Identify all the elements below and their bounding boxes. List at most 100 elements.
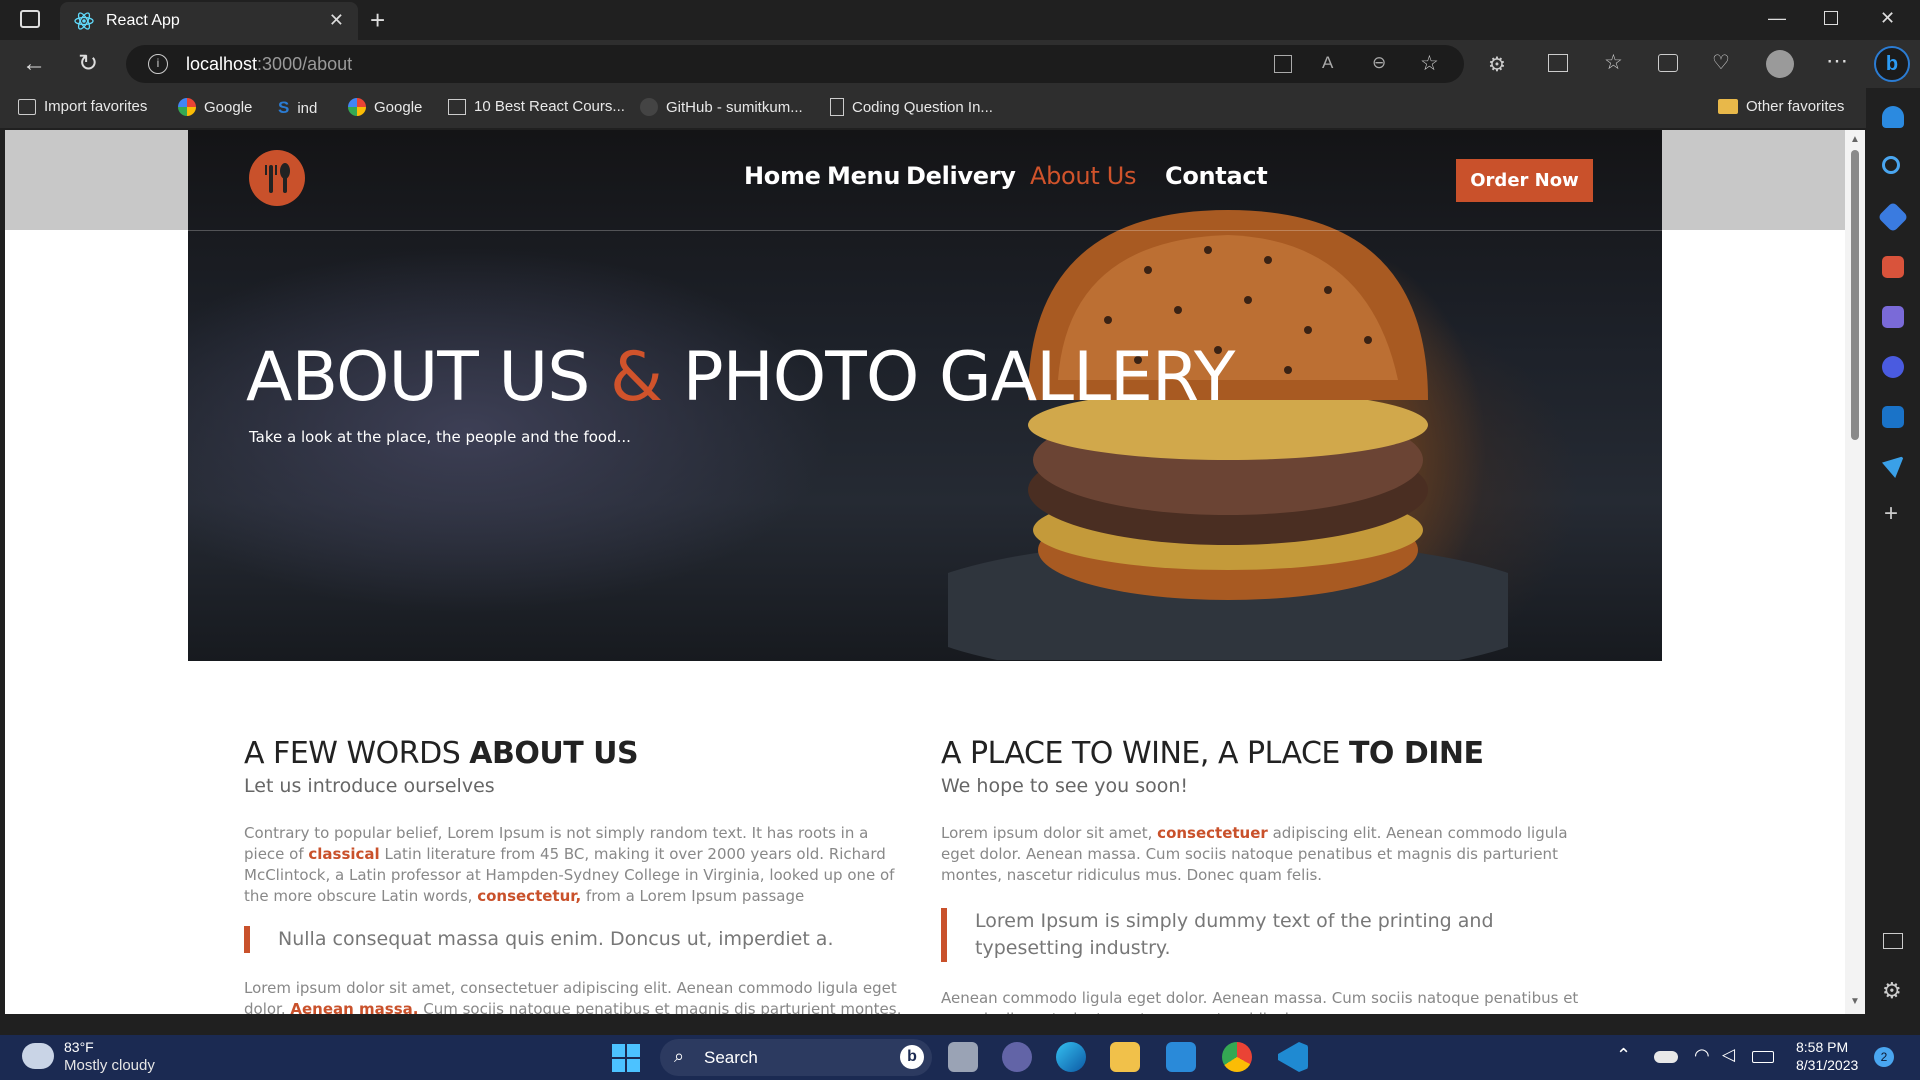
fav-import[interactable]: Import favorites: [18, 98, 147, 115]
tools-icon[interactable]: [1882, 256, 1904, 278]
more-menu-icon[interactable]: ⋯: [1826, 48, 1848, 74]
site-info-icon[interactable]: i: [148, 54, 168, 74]
teams-icon[interactable]: [1002, 1042, 1032, 1072]
react-logo-icon: [74, 11, 94, 31]
google-icon: [178, 98, 196, 116]
fav-google-1[interactable]: Google: [178, 98, 252, 116]
tab-close-icon[interactable]: ✕: [329, 10, 344, 31]
s-icon: S: [278, 98, 290, 117]
nav-delivery[interactable]: Delivery: [906, 162, 1016, 190]
about-section-subtitle: Let us introduce ourselves: [244, 775, 495, 797]
dine-paragraph-2: Aenean commodo ligula eget dolor. Aenean…: [941, 989, 1579, 1014]
fav-coding-question[interactable]: Coding Question In...: [830, 98, 993, 116]
order-now-button[interactable]: Order Now: [1456, 159, 1593, 202]
restore-icon[interactable]: [1824, 11, 1838, 25]
scroll-down-icon[interactable]: ▼: [1850, 996, 1860, 1007]
new-tab-icon[interactable]: +: [370, 5, 385, 36]
about-paragraph-2: Lorem ipsum dolor sit amet, consectetuer…: [244, 979, 902, 1014]
favorites-icon[interactable]: ☆: [1604, 50, 1623, 75]
back-icon[interactable]: ←: [22, 50, 46, 78]
about-paragraph-1: Contrary to popular belief, Lorem Ipsum …: [244, 824, 895, 905]
cutlery-icon: [265, 163, 290, 193]
extensions-icon[interactable]: ⚙: [1488, 52, 1506, 77]
edge-icon[interactable]: [1056, 1042, 1086, 1072]
restaurant-logo[interactable]: [249, 150, 305, 206]
favorites-bar: Import favorites Google S ind Google 10 …: [0, 88, 1920, 128]
nav-home[interactable]: Home: [744, 162, 821, 190]
page-viewport: Home Menu Delivery About Us Contact Orde…: [5, 130, 1845, 1014]
fav-github[interactable]: GitHub - sumitkum...: [640, 98, 803, 116]
add-sidebar-icon[interactable]: +: [1884, 500, 1898, 528]
mail-icon[interactable]: [1166, 1042, 1196, 1072]
weather-icon[interactable]: [22, 1043, 54, 1069]
nav-about-us[interactable]: About Us: [1030, 162, 1137, 190]
google-icon: [348, 98, 366, 116]
notification-badge[interactable]: 2: [1874, 1047, 1894, 1067]
profile-avatar[interactable]: [1766, 50, 1794, 78]
fav-other[interactable]: Other favorites: [1718, 98, 1844, 115]
clock-time[interactable]: 8:58 PM: [1796, 1039, 1848, 1055]
url-text: localhost:3000/about: [186, 54, 353, 74]
fav-google-2[interactable]: Google: [348, 98, 422, 116]
split-screen-icon[interactable]: [1548, 54, 1568, 72]
read-aloud-icon[interactable]: A: [1322, 53, 1333, 73]
bing-icon: b: [900, 1045, 924, 1069]
bell-icon[interactable]: [1882, 106, 1904, 128]
hero-subtitle: Take a look at the place, the people and…: [249, 428, 631, 446]
edge-sidebar: + ⚙: [1866, 88, 1920, 1016]
dine-section-title: A PLACE TO WINE, A PLACE TO DINE: [941, 736, 1484, 771]
import-icon: [18, 98, 36, 115]
settings-icon[interactable]: ⚙: [1882, 978, 1902, 1004]
nav-menu[interactable]: Menu: [827, 162, 900, 190]
search-icon: ⌕: [674, 1046, 685, 1066]
refresh-icon[interactable]: ↻: [78, 49, 98, 78]
nav-contact[interactable]: Contact: [1165, 162, 1268, 190]
shopping-icon[interactable]: [1877, 201, 1909, 233]
browser-essentials-icon[interactable]: ♡: [1712, 50, 1730, 75]
hero-section: Home Menu Delivery About Us Contact Orde…: [188, 130, 1662, 661]
copilot-icon[interactable]: b: [1874, 46, 1910, 82]
file-explorer-icon[interactable]: [1110, 1042, 1140, 1072]
favorite-star-icon[interactable]: ☆: [1420, 51, 1439, 76]
hero-title: ABOUT US & PHOTO GALLERY: [246, 338, 1235, 417]
weather-temperature: 83°F: [64, 1039, 94, 1055]
volume-icon[interactable]: ◁: [1722, 1045, 1735, 1065]
clock-date[interactable]: 8/31/2023: [1796, 1057, 1858, 1073]
browser-tab[interactable]: React App ✕: [60, 2, 358, 40]
m365-icon[interactable]: [1882, 356, 1904, 378]
chrome-icon[interactable]: [1222, 1042, 1252, 1072]
dine-quote: Lorem Ipsum is simply dummy text of the …: [941, 908, 1591, 962]
minimize-icon[interactable]: —: [1768, 8, 1786, 29]
task-view-icon[interactable]: [948, 1042, 978, 1072]
close-window-icon[interactable]: ✕: [1880, 8, 1895, 29]
address-bar[interactable]: i localhost:3000/about A ⊖ ☆: [126, 45, 1464, 83]
fav-ind[interactable]: S ind: [278, 98, 317, 118]
scroll-up-icon[interactable]: ▲: [1850, 134, 1860, 145]
battery-icon[interactable]: [1752, 1051, 1774, 1063]
wifi-icon[interactable]: ◠: [1694, 1045, 1710, 1066]
dine-paragraph-1: Lorem ipsum dolor sit amet, consectetuer…: [941, 824, 1568, 884]
outlook-icon[interactable]: [1882, 406, 1904, 428]
vscode-icon[interactable]: [1278, 1042, 1308, 1072]
tab-actions-icon[interactable]: [20, 10, 40, 28]
app-available-icon[interactable]: [1274, 55, 1292, 73]
scrollbar-thumb[interactable]: [1851, 150, 1859, 440]
about-quote: Nulla consequat massa quis enim. Doncus …: [244, 926, 904, 953]
sidebar-layout-icon[interactable]: [1883, 933, 1903, 949]
onedrive-icon[interactable]: [1654, 1051, 1678, 1063]
folder-icon: [1718, 99, 1738, 114]
zoom-icon[interactable]: ⊖: [1372, 53, 1386, 73]
start-icon[interactable]: [612, 1044, 640, 1072]
games-icon[interactable]: [1882, 306, 1904, 328]
collections-icon[interactable]: [1658, 54, 1678, 72]
search-icon[interactable]: [1882, 156, 1900, 174]
dine-section-subtitle: We hope to see you soon!: [941, 775, 1189, 797]
send-icon[interactable]: [1882, 456, 1904, 478]
tray-chevron-icon[interactable]: ⌃: [1616, 1045, 1631, 1066]
header-divider: [188, 230, 1662, 231]
taskbar-search[interactable]: ⌕ Search b: [660, 1039, 932, 1076]
tab-title: React App: [106, 12, 180, 29]
about-section-title: A FEW WORDS ABOUT US: [244, 736, 639, 771]
page-icon: [830, 98, 844, 116]
fav-react-course[interactable]: 10 Best React Cours...: [448, 98, 625, 115]
